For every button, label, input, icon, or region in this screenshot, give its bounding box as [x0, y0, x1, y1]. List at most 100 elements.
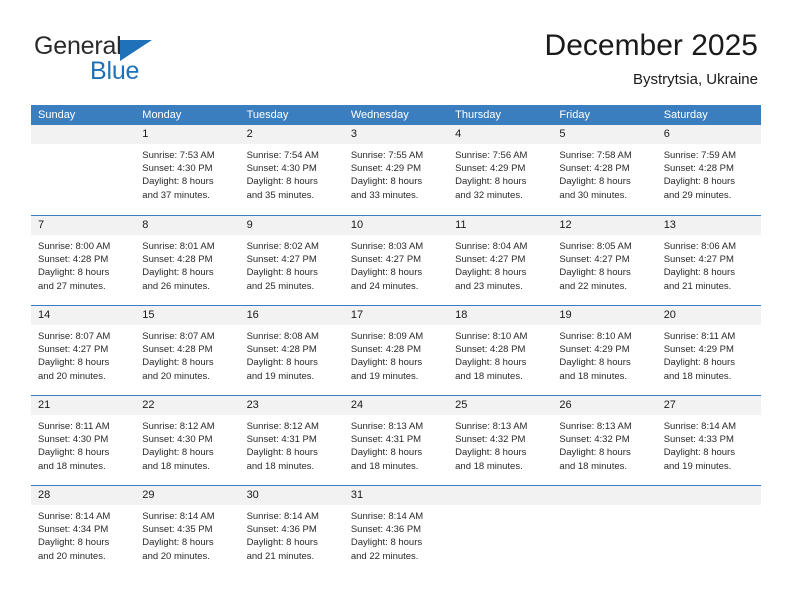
day-sun-info: Sunrise: 8:09 AM Sunset: 4:28 PM Daylight:… [344, 325, 448, 383]
day-info-line: Daylight: 8 hours [142, 176, 214, 188]
day-number: 22 [142, 399, 155, 411]
day-info-line: Sunrise: 8:10 AM [455, 331, 528, 342]
day-info-line: and 20 minutes. [142, 550, 210, 562]
general-blue-logo: General Blue [34, 32, 204, 86]
day-info-line: Sunset: 4:27 PM [38, 344, 109, 356]
day-cell[interactable]: 26 Sunrise: 8:13 AM Sunset: 4:32 PM Dayligh… [552, 396, 657, 485]
day-cell[interactable]: 16 Sunrise: 8:08 AM Sunset: 4:28 PM Dayligh… [239, 306, 344, 395]
day-cell[interactable]: 11 Sunrise: 8:04 AM Sunset: 4:27 PM Dayligh… [448, 216, 553, 305]
calendar-page: General Blue December 2025 Bystrytsia, U… [0, 0, 792, 612]
day-number-band: 4 [448, 125, 553, 144]
calendar-weeks: 1 Sunrise: 7:53 AM Sunset: 4:30 PM Daylight… [31, 125, 761, 575]
day-number: 18 [455, 309, 468, 321]
logo-text-blue: Blue [90, 57, 140, 85]
day-cell[interactable]: 8 Sunrise: 8:01 AM Sunset: 4:28 PM Daylight… [135, 216, 240, 305]
day-info-line: and 35 minutes. [246, 189, 315, 201]
day-info-line: Daylight: 8 hours [663, 447, 735, 459]
day-cell[interactable]: 4 Sunrise: 7:56 AM Sunset: 4:29 PM Daylight… [448, 125, 553, 215]
day-number: 13 [663, 219, 676, 231]
day-info-line: and 18 minutes. [246, 460, 315, 472]
day-info-line: Daylight: 8 hours [38, 537, 110, 549]
day-number-band: 23 [239, 396, 344, 415]
day-sun-info: Sunrise: 8:07 AM Sunset: 4:27 PM Daylight:… [31, 325, 135, 383]
day-info-line: and 22 minutes. [350, 550, 419, 562]
day-cell[interactable]: 28 Sunrise: 8:14 AM Sunset: 4:34 PM Dayligh… [31, 486, 136, 575]
day-number-band: 28 [31, 486, 136, 505]
day-info-line: Sunset: 4:27 PM [350, 254, 422, 266]
day-cell[interactable]: 1 Sunrise: 7:53 AM Sunset: 4:30 PM Daylight… [135, 125, 240, 215]
day-info-line: Daylight: 8 hours [350, 176, 423, 188]
day-info-line: and 18 minutes. [559, 460, 628, 472]
day-cell[interactable]: 22 Sunrise: 8:12 AM Sunset: 4:30 PM Dayligh… [135, 396, 240, 485]
day-info-line: Sunrise: 8:04 AM [455, 241, 528, 252]
day-info-line: Sunset: 4:28 PM [142, 254, 213, 266]
day-sun-info: Sunrise: 8:12 AM Sunset: 4:31 PM Daylight:… [240, 415, 344, 473]
day-info-line: Daylight: 8 hours [350, 537, 423, 549]
day-cell[interactable]: 19 Sunrise: 8:10 AM Sunset: 4:29 PM Dayligh… [552, 306, 657, 395]
day-number-band: 16 [239, 306, 344, 325]
calendar-grid: Sunday Monday Tuesday Wednesday Thursday Frid… [31, 105, 761, 575]
day-info-line: Sunrise: 8:05 AM [559, 241, 632, 252]
day-number-band: 5 [552, 125, 657, 144]
day-info-line: Sunset: 4:29 PM [559, 344, 630, 356]
day-info-line: Sunset: 4:30 PM [142, 163, 213, 175]
day-cell[interactable]: 24 Sunrise: 8:13 AM Sunset: 4:31 PM Dayligh… [343, 396, 449, 485]
day-info-line: Sunrise: 8:01 AM [142, 241, 215, 252]
day-number-band: 11 [448, 216, 553, 235]
day-info-line: Daylight: 8 hours [142, 267, 214, 279]
day-info-line: Sunrise: 8:07 AM [38, 331, 111, 342]
day-number: 17 [350, 309, 364, 321]
day-cell[interactable]: 3 Sunrise: 7:55 AM Sunset: 4:29 PM Daylight… [343, 125, 449, 215]
day-info-line: and 20 minutes. [38, 550, 106, 562]
day-cell[interactable]: 13 Sunrise: 8:06 AM Sunset: 4:27 PM Dayligh… [656, 216, 761, 305]
day-info-line: Daylight: 8 hours [350, 357, 423, 369]
day-cell[interactable]: 31 Sunrise: 8:14 AM Sunset: 4:36 PM Dayligh… [343, 486, 449, 575]
day-cell[interactable]: 18 Sunrise: 8:10 AM Sunset: 4:28 PM Dayligh… [448, 306, 553, 395]
day-cell[interactable]: 21 Sunrise: 8:11 AM Sunset: 4:30 PM Dayligh… [31, 396, 136, 485]
day-info-line: and 19 minutes. [663, 460, 732, 472]
day-cell[interactable]: 23 Sunrise: 8:12 AM Sunset: 4:31 PM Dayligh… [239, 396, 344, 485]
day-cell[interactable]: 25 Sunrise: 8:13 AM Sunset: 4:32 PM Dayligh… [448, 396, 553, 485]
day-info-line: and 18 minutes. [455, 370, 523, 382]
day-number-band: 26 [552, 396, 657, 415]
day-cell[interactable]: 14 Sunrise: 8:07 AM Sunset: 4:27 PM Dayligh… [31, 306, 136, 395]
day-cell[interactable]: 27 Sunrise: 8:14 AM Sunset: 4:33 PM Dayligh… [656, 396, 761, 485]
day-info-line: Sunset: 4:35 PM [142, 524, 213, 536]
day-cell[interactable]: 17 Sunrise: 8:09 AM Sunset: 4:28 PM Dayligh… [343, 306, 449, 395]
day-sun-info: Sunrise: 8:02 AM Sunset: 4:27 PM Daylight:… [240, 235, 344, 293]
day-number: 29 [142, 489, 155, 501]
day-sun-info: Sunrise: 8:10 AM Sunset: 4:28 PM Daylight:… [448, 325, 552, 383]
day-info-line: and 25 minutes. [246, 280, 315, 292]
day-number: 7 [38, 219, 45, 231]
day-info-line: and 19 minutes. [246, 370, 315, 382]
day-info-line: Daylight: 8 hours [246, 357, 318, 369]
day-cell[interactable]: 7 Sunrise: 8:00 AM Sunset: 4:28 PM Daylight… [31, 216, 136, 305]
day-number: 6 [663, 128, 670, 140]
day-cell[interactable]: 29 Sunrise: 8:14 AM Sunset: 4:35 PM Dayligh… [135, 486, 240, 575]
day-cell[interactable]: 20 Sunrise: 8:11 AM Sunset: 4:29 PM Dayligh… [656, 306, 761, 395]
day-number: 3 [350, 128, 357, 140]
weekday-header-friday: Friday [559, 109, 590, 121]
day-cell[interactable]: 9 Sunrise: 8:02 AM Sunset: 4:27 PM Daylight… [239, 216, 344, 305]
day-number-band: 19 [552, 306, 657, 325]
day-info-line: Daylight: 8 hours [559, 267, 631, 279]
day-sun-info: Sunrise: 8:01 AM Sunset: 4:28 PM Daylight:… [135, 235, 239, 293]
day-cell[interactable]: 10 Sunrise: 8:03 AM Sunset: 4:27 PM Dayligh… [343, 216, 449, 305]
day-sun-info: Sunrise: 8:13 AM Sunset: 4:31 PM Daylight:… [344, 415, 448, 473]
day-info-line: and 22 minutes. [559, 280, 628, 292]
day-cell[interactable]: 12 Sunrise: 8:05 AM Sunset: 4:27 PM Dayligh… [552, 216, 657, 305]
day-number-band: 18 [448, 306, 553, 325]
day-cell[interactable]: 30 Sunrise: 8:14 AM Sunset: 4:36 PM Dayligh… [239, 486, 344, 575]
day-cell[interactable]: 5 Sunrise: 7:58 AM Sunset: 4:28 PM Daylight… [552, 125, 657, 215]
day-info-line: and 21 minutes. [246, 550, 315, 562]
day-info-line: Daylight: 8 hours [455, 447, 527, 459]
day-info-line: Daylight: 8 hours [559, 176, 631, 188]
day-cell[interactable]: 6 Sunrise: 7:59 AM Sunset: 4:28 PM Daylight… [656, 125, 761, 215]
day-cell[interactable]: 15 Sunrise: 8:07 AM Sunset: 4:28 PM Dayligh… [135, 306, 240, 395]
day-info-line: Sunrise: 8:09 AM [350, 331, 424, 342]
day-info-line: Sunrise: 8:14 AM [142, 511, 215, 522]
day-cell[interactable]: 2 Sunrise: 7:54 AM Sunset: 4:30 PM Daylight… [239, 125, 344, 215]
day-number: 19 [559, 309, 572, 321]
day-sun-info: Sunrise: 8:12 AM Sunset: 4:30 PM Daylight:… [135, 415, 239, 473]
day-info-line: and 32 minutes. [455, 189, 523, 201]
